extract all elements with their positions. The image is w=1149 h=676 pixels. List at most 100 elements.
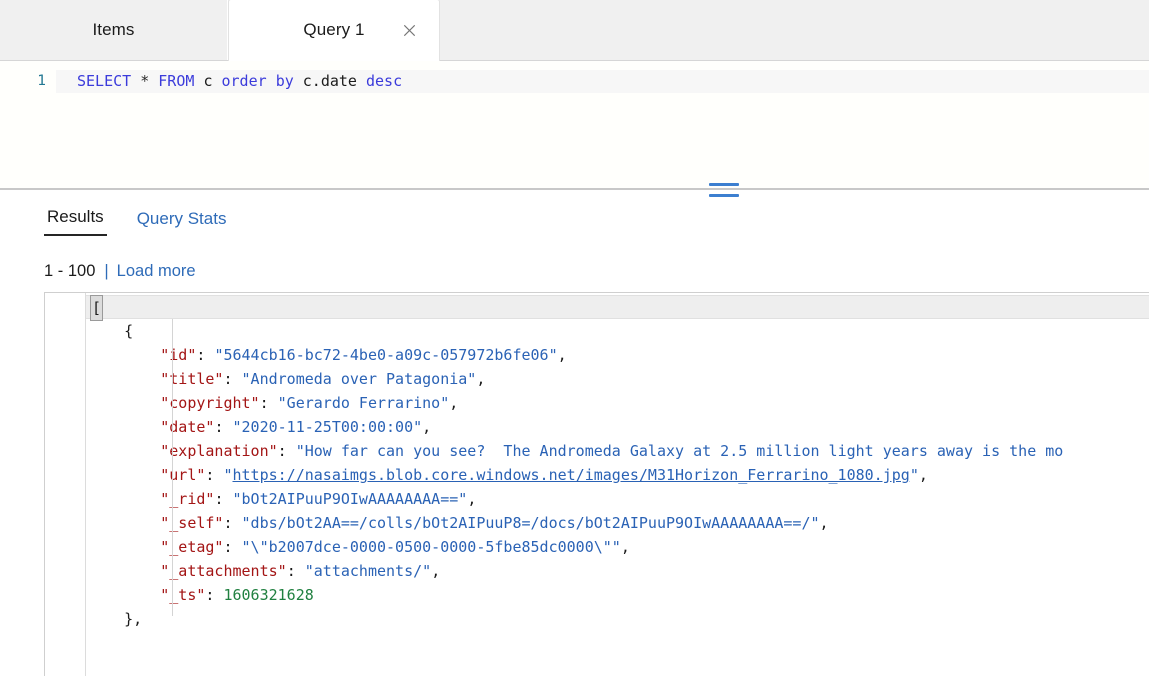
json-value: : — [223, 538, 242, 556]
json-key: "_attachments" — [160, 562, 287, 580]
json-key: "url" — [160, 466, 206, 484]
json-line: "id": "5644cb16-bc72-4be0-a09c-057972b6f… — [86, 343, 1149, 367]
json-key: "copyright" — [160, 394, 260, 412]
json-value: , — [476, 370, 486, 388]
editor-line-1: 1 SELECT * FROM c order by c.date desc — [0, 70, 1149, 94]
json-value: , — [819, 514, 829, 532]
json-value: }, — [124, 610, 143, 628]
json-value: "Gerardo Ferrarino" — [277, 394, 450, 412]
json-value: "2020-11-25T00:00:00" — [232, 418, 423, 436]
json-value: : — [205, 586, 224, 604]
results-pane: Results Query Stats 1 - 100 | Load more … — [0, 190, 1149, 676]
tab-query-1[interactable]: Query 1 — [228, 0, 440, 61]
data-explorer-window: Items Query 1 1 SELECT * FROM c order by… — [0, 0, 1149, 676]
close-icon[interactable] — [401, 23, 417, 39]
tab-query-stats[interactable]: Query Stats — [134, 209, 230, 236]
json-line: "_rid": "bOt2AIPuuP9OIwAAAAAAAA==", — [86, 487, 1149, 511]
json-value: "\"b2007dce-0000-0500-0000-5fbe85dc0000\… — [241, 538, 621, 556]
json-key: "_rid" — [160, 490, 215, 508]
json-value: : — [205, 466, 224, 484]
load-more-button[interactable]: Load more — [117, 262, 196, 281]
query-tab-strip: Items Query 1 — [0, 0, 1149, 61]
json-line: "title": "Andromeda over Patagonia", — [86, 367, 1149, 391]
tab-query-1-label: Query 1 — [303, 20, 365, 39]
json-value: : — [223, 514, 242, 532]
json-value: , — [449, 394, 459, 412]
json-url-link[interactable]: https://nasaimgs.blob.core.windows.net/i… — [233, 466, 910, 484]
json-key: "_self" — [160, 514, 224, 532]
tab-results-label: Results — [47, 207, 104, 226]
sql-token: by — [275, 72, 294, 90]
json-value: : — [223, 370, 242, 388]
json-value: "Andromeda over Patagonia" — [241, 370, 477, 388]
json-value: " — [223, 466, 233, 484]
toolbar-separator: | — [104, 261, 109, 280]
json-document[interactable]: [ { "id": "5644cb16-bc72-4be0-a09c-05797… — [86, 293, 1149, 676]
json-value: : — [196, 346, 215, 364]
sql-query-text[interactable]: SELECT * FROM c order by c.date desc — [56, 70, 1149, 93]
json-value: : — [259, 394, 278, 412]
result-range: 1 - 100 — [44, 261, 96, 280]
json-key: "_etag" — [160, 538, 224, 556]
json-value: : — [214, 418, 233, 436]
json-value: , — [431, 562, 441, 580]
json-value: : — [286, 562, 305, 580]
json-line: "date": "2020-11-25T00:00:00", — [86, 415, 1149, 439]
json-line: "_attachments": "attachments/", — [86, 559, 1149, 583]
json-line: "_etag": "\"b2007dce-0000-0500-0000-5fbe… — [86, 535, 1149, 559]
json-line: "_self": "dbs/bOt2AA==/colls/bOt2AIPuuP8… — [86, 511, 1149, 535]
json-value: : — [214, 490, 233, 508]
json-result-viewer[interactable]: [ { "id": "5644cb16-bc72-4be0-a09c-05797… — [44, 292, 1149, 676]
sql-token: order — [221, 72, 267, 90]
json-line: }, — [86, 607, 1149, 631]
json-key: "explanation" — [160, 442, 278, 460]
sql-token: * — [140, 72, 150, 90]
json-line: "explanation": "How far can you see? The… — [86, 439, 1149, 463]
tab-items[interactable]: Items — [0, 0, 228, 60]
json-value: 1606321628 — [223, 586, 314, 604]
json-value: : — [277, 442, 296, 460]
json-selection-cursor: [ — [89, 295, 104, 321]
json-line: { — [86, 319, 1149, 343]
json-value: " — [909, 466, 919, 484]
line-number: 1 — [37, 73, 46, 89]
json-line: "copyright": "Gerardo Ferrarino", — [86, 391, 1149, 415]
json-value: "dbs/bOt2AA==/colls/bOt2AIPuuP8=/docs/bO… — [241, 514, 820, 532]
sql-token: desc — [366, 72, 403, 90]
json-value: "attachments/" — [304, 562, 432, 580]
sql-token: SELECT — [77, 72, 132, 90]
json-value: , — [557, 346, 567, 364]
sql-token: FROM — [158, 72, 195, 90]
json-line: "_ts": 1606321628 — [86, 583, 1149, 607]
sql-token: c.date — [302, 72, 357, 90]
json-key: "date" — [160, 418, 215, 436]
tab-query-stats-label: Query Stats — [136, 209, 227, 228]
horizontal-grip-icon[interactable] — [709, 183, 739, 197]
pane-splitter[interactable] — [0, 183, 1149, 197]
json-value: "5644cb16-bc72-4be0-a09c-057972b6fe06" — [214, 346, 558, 364]
json-value: "How far can you see? The Andromeda Gala… — [295, 442, 1064, 460]
tab-results[interactable]: Results — [44, 207, 107, 236]
results-toolbar: 1 - 100 | Load more — [0, 236, 1149, 280]
json-value: , — [620, 538, 630, 556]
results-tab-bar: Results Query Stats — [0, 190, 1149, 236]
json-line: [ — [86, 295, 1149, 321]
query-editor[interactable]: 1 SELECT * FROM c order by c.date desc — [0, 61, 1149, 189]
json-value: , — [918, 466, 928, 484]
json-gutter — [45, 293, 86, 676]
